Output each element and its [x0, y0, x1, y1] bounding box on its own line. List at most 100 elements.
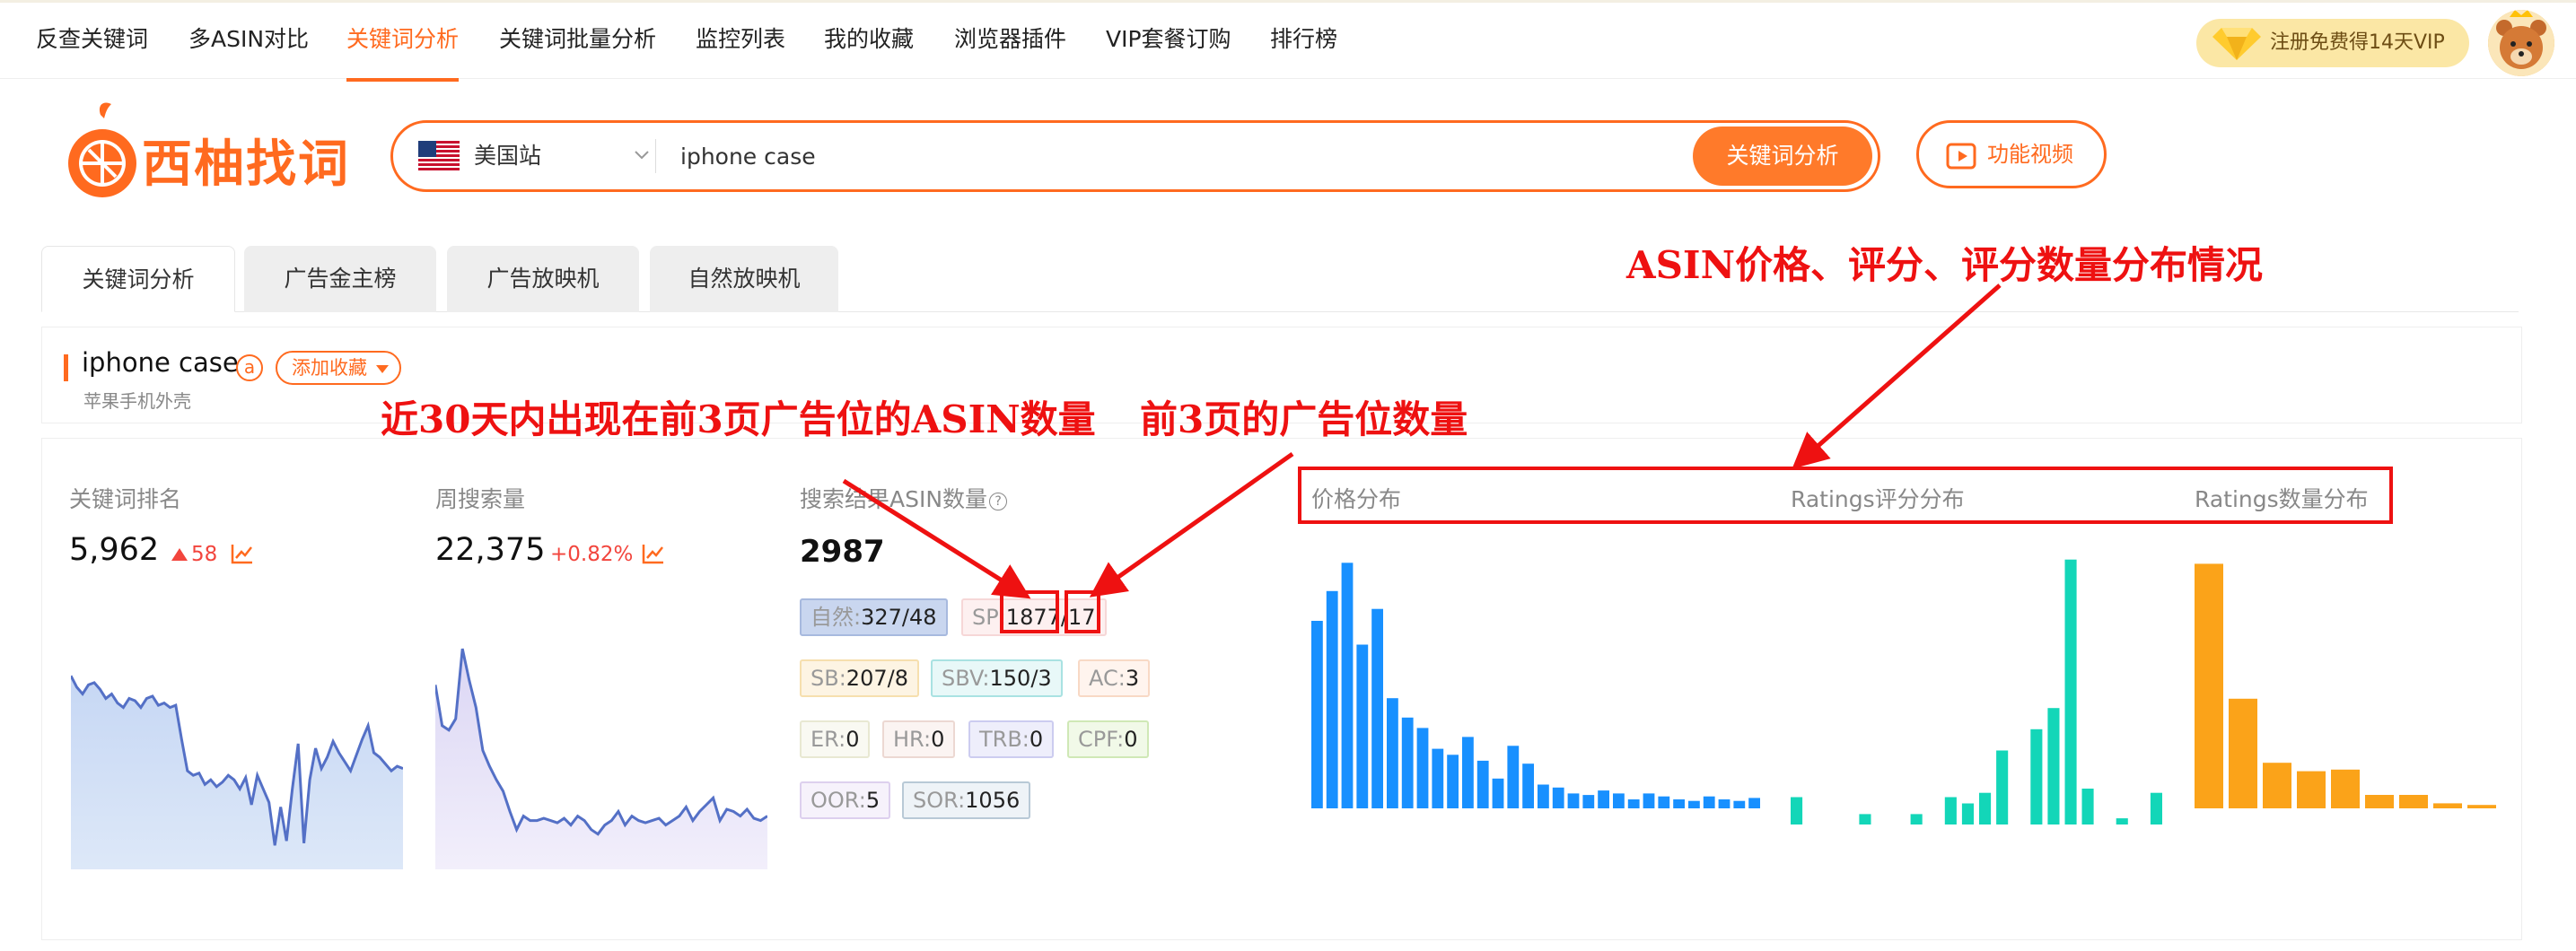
ad-chip-key: 自然:	[810, 605, 862, 630]
ad-chip-sbv[interactable]: SBV:150/3	[931, 659, 1063, 697]
distribution-bar	[1387, 698, 1398, 808]
nav-item[interactable]: 排行榜	[1270, 3, 1337, 82]
distribution-bar	[2195, 563, 2223, 808]
distribution-bar	[1567, 793, 1580, 808]
search-input[interactable]	[679, 130, 1576, 182]
ad-chip-value: 0	[1029, 727, 1044, 752]
distribution-bar	[1598, 790, 1609, 808]
trend-chart-icon[interactable]	[642, 543, 665, 564]
nav-item[interactable]: 我的收藏	[824, 3, 914, 82]
distribution-bar	[1673, 799, 1685, 808]
distribution-bar	[2331, 769, 2360, 808]
distribution-bar	[1462, 737, 1474, 808]
distribution-bar	[1910, 814, 1923, 824]
ad-chip-cpf[interactable]: CPF:0	[1067, 720, 1149, 758]
ad-chip-er[interactable]: ER:0	[800, 720, 871, 758]
divider	[655, 139, 656, 173]
distribution-bar	[1733, 800, 1746, 808]
top-nav: 反查关键词 多ASIN对比 关键词分析 关键词批量分析 监控列表 我的收藏 浏览器插件 VIP…	[0, 0, 2576, 82]
distribution-bar	[1371, 608, 1383, 808]
ratings-distribution-chart[interactable]	[1791, 555, 2168, 824]
vip-banner-label: 注册免费得14天VIP	[2270, 31, 2445, 54]
rank-label: 关键词排名	[69, 486, 182, 512]
keyword-translation: 苹果手机外壳	[83, 390, 191, 412]
ad-chip-ac[interactable]: AC:3	[1078, 659, 1151, 697]
logo[interactable]: 西柚找词	[65, 99, 352, 210]
rank-trend-chart[interactable]	[71, 618, 403, 869]
ad-chip-value: 0	[1124, 727, 1138, 752]
ad-chip-trb[interactable]: TRB:0	[968, 720, 1055, 758]
caret-down-icon	[376, 365, 389, 373]
distribution-bar	[2030, 729, 2043, 824]
search-volume-trend-chart[interactable]	[435, 618, 767, 869]
ad-chip-value: 1056	[965, 788, 1021, 813]
analyze-button[interactable]: 关键词分析	[1693, 127, 1872, 186]
tab-keyword-analysis[interactable]: 关键词分析	[41, 246, 235, 312]
price-distribution-chart[interactable]	[1311, 555, 1764, 824]
nav-item[interactable]: VIP套餐订购	[1106, 3, 1231, 82]
ad-chip-value: 3	[1125, 666, 1140, 691]
distribution-bar	[1492, 778, 1504, 808]
ad-chip-sor[interactable]: SOR:1056	[902, 781, 1031, 819]
distribution-bar	[2297, 771, 2326, 808]
vip-banner[interactable]: 注册免费得14天VIP	[2196, 19, 2469, 67]
distribution-bar	[1522, 763, 1534, 808]
distribution-bar	[1979, 792, 1992, 824]
tab-ad-sponsors[interactable]: 广告金主榜	[244, 246, 436, 312]
trend-chart-icon[interactable]	[231, 543, 254, 564]
rank-value: 5,962	[69, 532, 160, 568]
highlight-box-distributions	[1298, 467, 2393, 524]
chevron-down-icon	[635, 151, 649, 160]
distribution-bar	[1447, 755, 1459, 808]
annotation-distribution: ASIN价格、评分、评分数量分布情况	[1626, 243, 2263, 287]
ad-chip-hr[interactable]: HR:0	[882, 720, 956, 758]
distribution-bar	[1658, 796, 1670, 808]
nav-item[interactable]: 关键词分析	[346, 3, 460, 82]
site-select[interactable]: 美国站	[418, 123, 652, 189]
distribution-bar	[2467, 805, 2496, 808]
distribution-bar	[1688, 800, 1700, 808]
logo-name: 西柚找词	[142, 135, 350, 194]
video-button[interactable]: 功能视频	[1916, 120, 2107, 188]
tab-ad-player[interactable]: 广告放映机	[447, 246, 639, 312]
distribution-bar	[1341, 563, 1354, 808]
distribution-bar	[1944, 797, 1957, 824]
distribution-bar	[1859, 814, 1871, 824]
distribution-bar	[1627, 799, 1640, 808]
ad-chip-value: 327/48	[861, 605, 937, 630]
keyword-title: iphone case	[82, 347, 239, 378]
highlight-box-sp-slots	[1065, 590, 1100, 633]
ratings-count-distribution-chart[interactable]	[2195, 555, 2502, 824]
add-favorite-button[interactable]: 添加收藏	[276, 351, 401, 385]
distribution-bar	[2150, 792, 2162, 824]
nav-item[interactable]: 反查关键词	[36, 3, 148, 82]
avatar[interactable]	[2488, 10, 2554, 76]
tab-organic-player[interactable]: 自然放映机	[650, 246, 838, 312]
ad-chip-key: ER:	[810, 727, 846, 752]
nav-item[interactable]: 浏览器插件	[954, 3, 1066, 82]
ad-chip-value: 207/8	[846, 666, 908, 691]
arrow-up-icon	[171, 548, 188, 561]
video-button-label: 功能视频	[1987, 142, 2073, 167]
search-box: 美国站 关键词分析	[390, 120, 1880, 192]
annotation-ad-slots: 前3页的广告位数量	[1140, 397, 1468, 441]
ad-chip-自然[interactable]: 自然:327/48	[800, 598, 948, 636]
nav-item[interactable]: 多ASIN对比	[188, 3, 309, 82]
distribution-bar	[1961, 803, 1974, 824]
ad-chip-key: CPF:	[1078, 727, 1125, 752]
distribution-bar	[2229, 698, 2257, 808]
ad-chip-value: 150/3	[989, 666, 1052, 691]
distribution-bar	[1432, 748, 1444, 808]
distribution-bar	[1613, 793, 1625, 808]
distribution-bar	[1476, 760, 1489, 808]
nav-item[interactable]: 监控列表	[696, 3, 785, 82]
title-accent-bar	[64, 354, 68, 381]
annotation-asin-ads: 近30天内出现在前3页广告位的ASIN数量	[381, 397, 1096, 441]
distribution-bar	[1311, 621, 1323, 808]
nav-item[interactable]: 关键词批量分析	[499, 3, 656, 82]
help-icon[interactable]: ?	[989, 493, 1008, 510]
weekly-search-change: +0.82%	[550, 543, 634, 566]
ad-chip-sb[interactable]: SB:207/8	[800, 659, 919, 697]
amazon-icon[interactable]: a	[236, 354, 263, 381]
ad-chip-oor[interactable]: OOR:5	[800, 781, 891, 819]
